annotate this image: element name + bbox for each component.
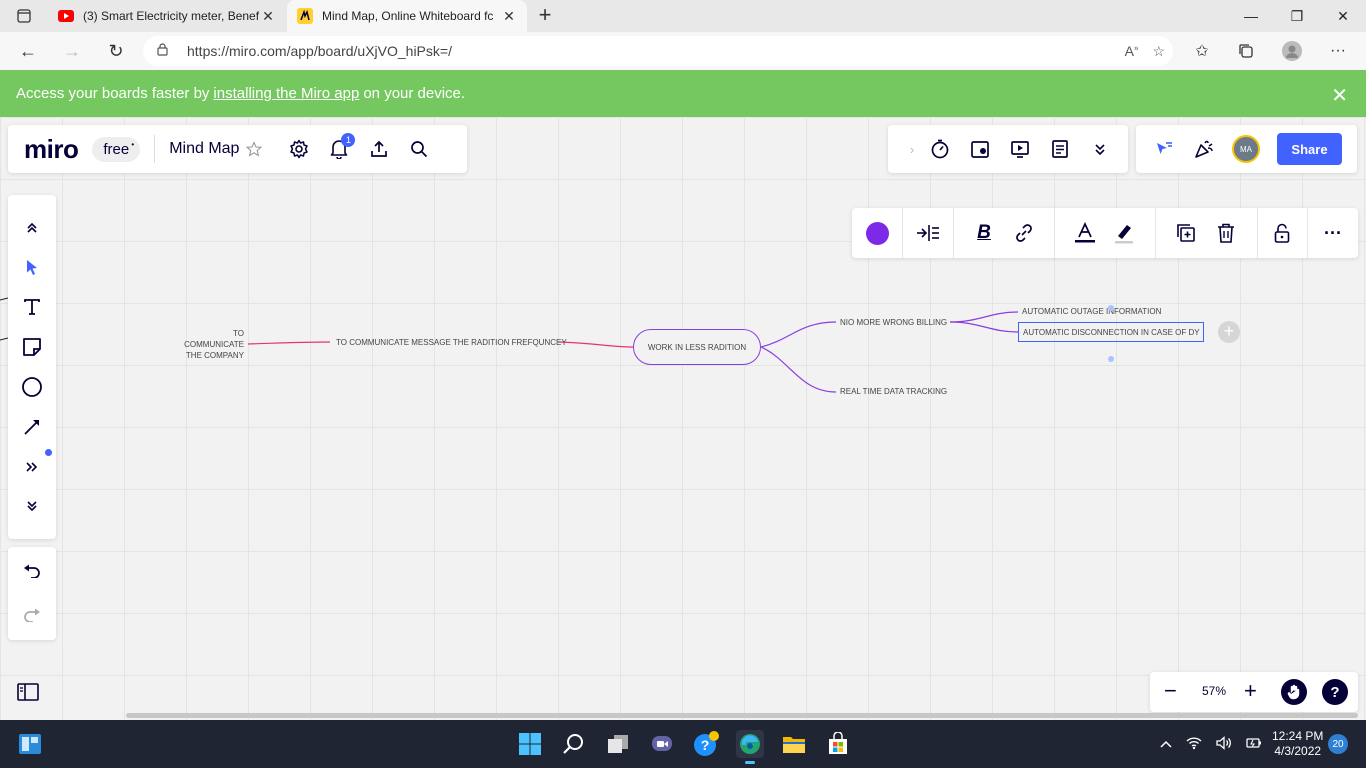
highlight-icon[interactable] xyxy=(1108,217,1140,249)
divider xyxy=(953,208,954,258)
file-explorer-icon[interactable] xyxy=(780,730,808,758)
mindmap-branch-tracking[interactable]: REAL TIME DATA TRACKING xyxy=(840,387,947,396)
windows-taskbar: ? 12:24 PM 4/3/2022 xyxy=(0,720,1366,768)
mindmap-connectors xyxy=(0,297,1019,393)
system-tray xyxy=(1160,720,1262,768)
plan-label: free xyxy=(103,140,130,158)
redo-icon[interactable] xyxy=(16,599,48,631)
board-sidebar-toggle-icon[interactable] xyxy=(8,675,48,709)
zoom-in-button[interactable]: + xyxy=(1244,680,1257,702)
clock-date: 4/3/2022 xyxy=(1274,744,1322,758)
system-clock[interactable]: 12:24 PM 4/3/2022 xyxy=(1272,729,1323,759)
battery-icon[interactable] xyxy=(1246,736,1262,753)
svg-text:?: ? xyxy=(701,737,710,753)
notification-badge: 1 xyxy=(341,133,356,147)
horizontal-scrollbar[interactable] xyxy=(126,713,1358,718)
mindmap-branch-left[interactable]: TO COMMUNICATE MESSAGE THE RADITION FREF… xyxy=(336,338,567,347)
notes-icon[interactable] xyxy=(1040,129,1080,169)
mindmap-center-node[interactable]: WORK IN LESS RADITION xyxy=(633,329,761,365)
duplicate-icon[interactable] xyxy=(1170,217,1202,249)
divider xyxy=(1307,208,1308,258)
search-taskbar-icon[interactable] xyxy=(560,730,588,758)
color-swatch xyxy=(865,221,889,245)
divider xyxy=(902,208,903,258)
volume-icon[interactable] xyxy=(1216,735,1232,753)
share-button[interactable]: Share xyxy=(1277,133,1342,165)
creation-toolbar xyxy=(8,195,56,539)
node-color-picker[interactable] xyxy=(861,217,893,249)
teams-chat-icon[interactable] xyxy=(648,730,676,758)
text-tool-icon[interactable] xyxy=(16,291,48,323)
selected-node-label: AUTOMATIC DISCONNECTION IN CASE OF DY xyxy=(1023,327,1200,337)
collaboration-toolbar: › xyxy=(888,125,1128,173)
start-windows-icon[interactable] xyxy=(516,730,544,758)
divider xyxy=(1155,208,1156,258)
cursor-follow-icon[interactable] xyxy=(1144,129,1184,169)
expand-toolbar-icon[interactable] xyxy=(16,490,48,522)
mindmap-branch-billing[interactable]: NIO MORE WRONG BILLING xyxy=(840,318,947,327)
board-header-panel: miro free • Mind Map 1 xyxy=(8,125,467,173)
divider xyxy=(1257,208,1258,258)
zoom-level[interactable]: 57% xyxy=(1202,684,1226,698)
add-child-node-button[interactable]: + xyxy=(1218,321,1240,343)
zoom-controls: − 57% + ? xyxy=(1150,672,1358,712)
presentation-icon[interactable] xyxy=(1000,129,1040,169)
divider xyxy=(154,135,156,163)
task-view-icon[interactable] xyxy=(604,730,632,758)
connection-line-icon[interactable] xyxy=(16,411,48,443)
collapse-toolbar-icon[interactable] xyxy=(16,212,48,244)
share-toolbar: MA Share xyxy=(1136,125,1357,173)
active-app-indicator xyxy=(745,761,755,764)
bold-icon[interactable]: B xyxy=(968,217,1000,249)
more-options-icon[interactable]: ··· xyxy=(1317,217,1349,249)
plan-badge[interactable]: free • xyxy=(92,136,141,162)
user-avatar[interactable]: MA xyxy=(1232,135,1260,163)
mindmap-leaf-disconnection-selected[interactable]: AUTOMATIC DISCONNECTION IN CASE OF DY xyxy=(1018,322,1204,342)
search-icon[interactable] xyxy=(399,129,439,169)
sticky-note-icon[interactable] xyxy=(16,331,48,363)
show-hidden-icons-chevron-icon[interactable] xyxy=(1160,737,1172,751)
help-icon[interactable]: ? xyxy=(1322,679,1348,705)
text-color-icon[interactable] xyxy=(1069,217,1101,249)
divider xyxy=(1054,208,1055,258)
delete-trash-icon[interactable] xyxy=(1210,217,1242,249)
star-icon[interactable] xyxy=(239,129,269,169)
hand-pan-icon[interactable] xyxy=(1281,679,1307,705)
link-icon[interactable] xyxy=(1008,217,1040,249)
edge-browser-icon[interactable] xyxy=(736,730,764,764)
wifi-icon[interactable] xyxy=(1186,736,1202,753)
lock-icon[interactable] xyxy=(1266,217,1298,249)
board-title[interactable]: Mind Map xyxy=(169,140,239,158)
mindmap-leaf-left[interactable]: TO COMMUNICATE THE COMPANY xyxy=(176,328,244,361)
notifications-bell-icon[interactable]: 1 xyxy=(319,129,359,169)
miro-logo[interactable]: miro xyxy=(24,134,79,165)
mindmap-leaf-outage[interactable]: AUTOMATIC OUTAGE INFORMATION xyxy=(1022,307,1161,316)
shape-circle-icon[interactable] xyxy=(16,371,48,403)
select-cursor-icon[interactable] xyxy=(16,251,48,283)
microsoft-store-icon[interactable] xyxy=(824,730,852,758)
more-apps-icon[interactable] xyxy=(16,449,52,483)
celebrate-icon[interactable] xyxy=(1184,129,1224,169)
notification-center-badge[interactable]: 20 xyxy=(1328,734,1348,754)
undo-redo-panel xyxy=(8,547,56,640)
center-node-label: WORK IN LESS RADITION xyxy=(647,342,747,352)
settings-gear-icon[interactable] xyxy=(279,129,319,169)
selection-handle-top[interactable] xyxy=(1108,305,1114,311)
plan-dot: • xyxy=(131,139,135,149)
zoom-out-button[interactable]: − xyxy=(1164,680,1177,702)
timer-icon[interactable] xyxy=(920,129,960,169)
clock-time: 12:24 PM xyxy=(1272,729,1324,743)
more-tools-chevron-icon[interactable] xyxy=(1080,129,1120,169)
widgets-icon[interactable] xyxy=(16,730,44,758)
upload-share-icon[interactable] xyxy=(359,129,399,169)
new-apps-dot xyxy=(45,449,52,456)
get-help-icon[interactable]: ? xyxy=(692,730,720,758)
selection-context-toolbar: B ··· xyxy=(852,208,1358,258)
selection-handle-bottom[interactable] xyxy=(1108,356,1114,362)
voting-icon[interactable] xyxy=(960,129,1000,169)
align-layout-icon[interactable] xyxy=(912,217,944,249)
undo-icon[interactable] xyxy=(16,555,48,587)
